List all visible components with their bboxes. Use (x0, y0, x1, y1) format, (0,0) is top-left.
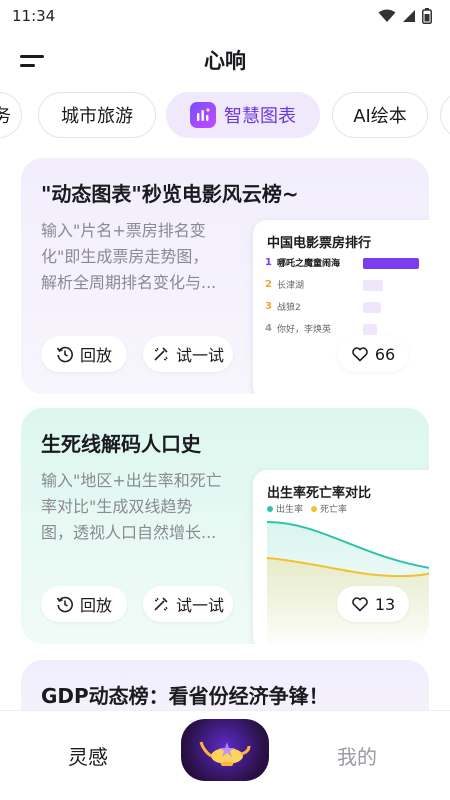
heart-icon (351, 347, 368, 362)
feature-card-movie-ranking[interactable]: "动态图表"秒览电影风云榜~ 输入"片名+票房排名变 化"即生成票房走势图， 解… (21, 158, 429, 394)
chart-sparkle-icon (190, 102, 216, 128)
rank-number: 3 (265, 300, 272, 312)
heart-icon (351, 597, 368, 612)
tab-partial-left[interactable]: 务 (0, 92, 22, 138)
magic-wand-icon (154, 347, 168, 361)
rank-bar (363, 280, 383, 291)
tab-partial-right[interactable] (440, 92, 450, 138)
rank-row: 3 战狼2 (265, 298, 429, 314)
rank-bar (363, 302, 381, 313)
chart-preview: 出生率死亡率对比 出生率 死亡率 (253, 470, 429, 644)
battery-icon (422, 8, 432, 24)
rank-number: 1 (265, 256, 272, 268)
replay-button[interactable]: 回放 (41, 586, 127, 622)
card-description: 输入"地区+出生率和死亡 率对比"生成双线趋势 图，透视人口自然增长... (41, 471, 222, 542)
tab-smart-chart[interactable]: 智慧图表 (166, 92, 320, 138)
preview-title: 中国电影票房排行 (267, 236, 372, 251)
rank-title: 你好，李焕英 (277, 324, 332, 335)
try-button[interactable]: 试一试 (143, 336, 233, 372)
bottom-navigation: 灵感 我的 (0, 710, 450, 800)
menu-button[interactable] (20, 50, 46, 70)
status-time: 11:34 (12, 7, 56, 25)
magic-wand-icon (154, 597, 168, 611)
card-title: GDP动态榜：看省份经济争锋！ (41, 684, 329, 708)
rank-title: 战狼2 (277, 302, 301, 313)
menu-icon (20, 55, 44, 58)
magic-lamp-icon (199, 741, 251, 766)
like-button[interactable]: 13 (337, 586, 409, 622)
replay-button[interactable]: 回放 (41, 336, 127, 372)
card-title: "动态图表"秒览电影风云榜~ (41, 182, 299, 206)
like-button[interactable]: 66 (337, 336, 409, 372)
rank-bar (363, 324, 377, 335)
app-title: 心响 (204, 49, 246, 73)
try-button[interactable]: 试一试 (143, 586, 233, 622)
rank-title: 哪吒之魔童闹海 (277, 258, 341, 269)
chart-preview: 中国电影票房排行 1 哪吒之魔童闹海 2 长津湖 3 战狼2 4 你好，李焕英 (253, 220, 429, 394)
like-count: 66 (374, 344, 396, 364)
nav-mine[interactable]: 我的 (337, 741, 377, 770)
card-title: 生死线解码人口史 (41, 432, 201, 456)
cellular-signal-icon (403, 10, 415, 22)
center-magic-button[interactable] (181, 719, 269, 781)
rank-row: 4 你好，李焕英 (265, 320, 429, 336)
wifi-icon (378, 9, 396, 22)
replay-clock-icon (56, 596, 73, 613)
category-tabs: 务 城市旅游 智慧图表 AI绘本 (0, 92, 450, 140)
status-bar: 11:34 (0, 0, 450, 32)
rank-title: 长津湖 (277, 280, 305, 291)
card-description: 输入"片名+票房排名变 化"即生成票房走势图， 解析全周期排名变化与... (41, 221, 217, 292)
rank-bar (363, 258, 419, 269)
status-icons (378, 8, 432, 24)
like-count: 13 (374, 594, 396, 614)
replay-clock-icon (56, 346, 73, 363)
app-header: 心响 (0, 38, 450, 82)
tab-ai-picturebook[interactable]: AI绘本 (332, 92, 428, 138)
rank-number: 2 (265, 278, 272, 290)
rank-number: 4 (265, 322, 272, 334)
rank-row: 1 哪吒之魔童闹海 (265, 254, 429, 270)
rank-row: 2 长津湖 (265, 276, 429, 292)
tab-city-travel[interactable]: 城市旅游 (38, 92, 156, 138)
nav-inspiration[interactable]: 灵感 (68, 741, 108, 770)
feature-card-population[interactable]: 生死线解码人口史 输入"地区+出生率和死亡 率对比"生成双线趋势 图，透视人口自… (21, 408, 429, 644)
trend-lines-chart (266, 521, 429, 644)
